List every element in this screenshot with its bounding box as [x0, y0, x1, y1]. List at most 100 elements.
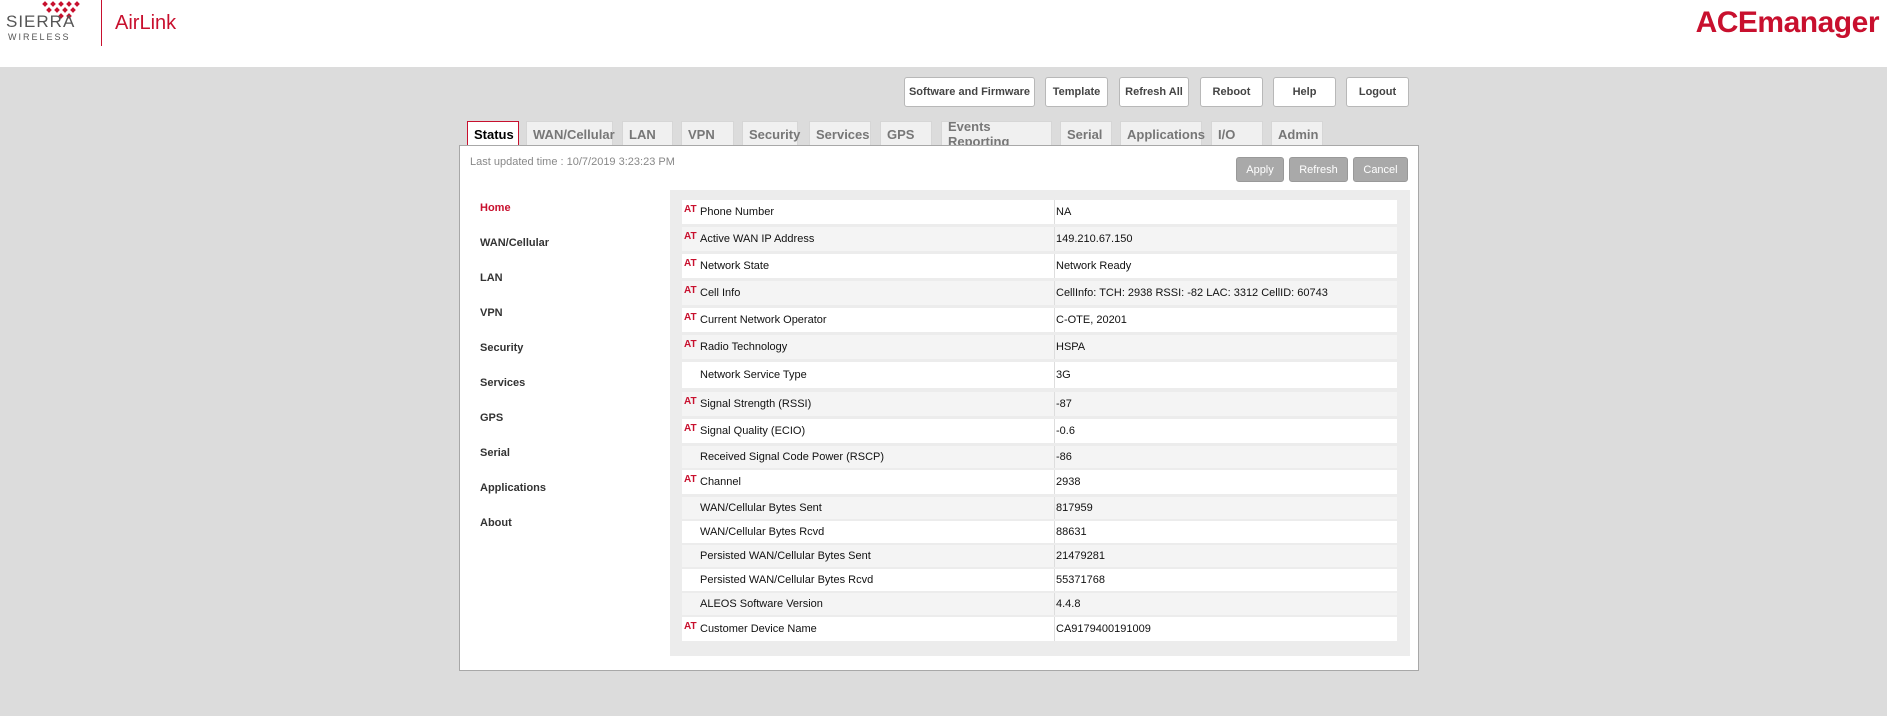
row-label: Network Service Type [700, 369, 807, 381]
row-label: Persisted WAN/Cellular Bytes Sent [700, 550, 871, 562]
tab-events-reporting[interactable]: Events Reporting [941, 119, 1052, 149]
at-command-icon: AT [684, 396, 697, 407]
table-row: Received Signal Code Power (RSCP) -86 [682, 446, 1397, 468]
row-value: -0.6 [1054, 419, 1075, 443]
row-label: Current Network Operator [700, 314, 827, 326]
row-value: CellInfo: TCH: 2938 RSSI: -82 LAC: 3312 … [1054, 281, 1328, 305]
row-value: Network Ready [1054, 254, 1131, 278]
at-command-icon: AT [684, 621, 697, 632]
table-row: ALEOS Software Version 4.4.8 [682, 593, 1397, 615]
sidebar-nav: Home WAN/Cellular LAN VPN Security Servi… [470, 190, 670, 660]
help-button[interactable]: Help [1273, 77, 1336, 107]
sidebar-item-lan[interactable]: LAN [470, 260, 670, 295]
at-command-icon: AT [684, 204, 697, 215]
table-row: Persisted WAN/Cellular Bytes Rcvd 553717… [682, 569, 1397, 591]
row-value: CA9179400191009 [1054, 617, 1151, 641]
sidebar-item-vpn[interactable]: VPN [470, 295, 670, 330]
at-command-icon: AT [684, 285, 697, 296]
at-command-icon: AT [684, 312, 697, 323]
at-command-icon: AT [684, 339, 697, 350]
row-label: Network State [700, 260, 770, 272]
row-label: Channel [700, 476, 741, 488]
row-value: 88631 [1054, 521, 1087, 543]
row-value: C-OTE, 20201 [1054, 308, 1127, 332]
row-value: 817959 [1054, 497, 1093, 519]
row-label: Radio Technology [700, 341, 788, 353]
tab-security[interactable]: Security [742, 121, 800, 146]
apply-button[interactable]: Apply [1236, 157, 1284, 182]
table-row: Network Service Type 3G [682, 362, 1397, 388]
reboot-button[interactable]: Reboot [1200, 77, 1263, 107]
row-value: 2938 [1054, 470, 1080, 494]
sidebar-item-applications[interactable]: Applications [470, 470, 670, 505]
row-label: Customer Device Name [700, 623, 817, 635]
tab-services[interactable]: Services [809, 121, 871, 146]
table-row: Persisted WAN/Cellular Bytes Sent 214792… [682, 545, 1397, 567]
sierra-text: SIERRA [6, 12, 76, 31]
at-command-icon: AT [684, 474, 697, 485]
sidebar-item-gps[interactable]: GPS [470, 400, 670, 435]
table-row: AT Network State Network Ready [682, 254, 1397, 278]
tab-applications[interactable]: Applications [1120, 121, 1205, 146]
row-label: Cell Info [700, 287, 741, 299]
row-value: NA [1054, 200, 1071, 224]
wireless-text: WIRELESS [8, 32, 71, 42]
row-label: ALEOS Software Version [700, 598, 823, 610]
row-label: Received Signal Code Power (RSCP) [700, 451, 885, 463]
status-table: AT Phone Number NA AT Active WAN IP Addr… [670, 190, 1410, 656]
software-firmware-button[interactable]: Software and Firmware [904, 77, 1035, 107]
table-row: AT Cell Info CellInfo: TCH: 2938 RSSI: -… [682, 281, 1397, 305]
row-value: HSPA [1054, 335, 1085, 359]
row-value: -86 [1054, 446, 1072, 468]
template-button[interactable]: Template [1045, 77, 1108, 107]
tab-wan-cellular[interactable]: WAN/Cellular [526, 121, 615, 146]
tab-serial[interactable]: Serial [1060, 121, 1112, 146]
row-value: 4.4.8 [1054, 593, 1080, 615]
row-label: Active WAN IP Address [700, 233, 815, 245]
tab-vpn[interactable]: VPN [681, 121, 734, 146]
header-bar: SIERRA WIRELESS AirLink ACEmanager [0, 0, 1887, 67]
table-row: WAN/Cellular Bytes Rcvd 88631 [682, 521, 1397, 543]
status-panel: Last updated time : 10/7/2019 3:23:23 PM… [459, 145, 1419, 671]
logout-button[interactable]: Logout [1346, 77, 1409, 107]
row-label: Signal Quality (ECIO) [700, 425, 806, 437]
table-row: AT Active WAN IP Address 149.210.67.150 [682, 227, 1397, 251]
tab-io[interactable]: I/O [1211, 121, 1263, 146]
table-row: AT Channel 2938 [682, 470, 1397, 494]
table-row: AT Customer Device Name CA9179400191009 [682, 617, 1397, 641]
table-row: AT Radio Technology HSPA [682, 335, 1397, 359]
at-command-icon: AT [684, 423, 697, 434]
sidebar-item-wan-cellular[interactable]: WAN/Cellular [470, 225, 670, 260]
row-value: 21479281 [1054, 545, 1105, 567]
sidebar-item-home[interactable]: Home [470, 190, 670, 225]
logo-divider [101, 0, 102, 46]
sidebar-item-security[interactable]: Security [470, 330, 670, 365]
table-row: AT Signal Strength (RSSI) -87 [682, 392, 1397, 416]
table-row: AT Phone Number NA [682, 200, 1397, 224]
product-title: ACEmanager [1695, 6, 1880, 39]
last-updated-time: Last updated time : 10/7/2019 3:23:23 PM [470, 156, 675, 168]
row-value: 55371768 [1054, 569, 1105, 591]
table-row: AT Current Network Operator C-OTE, 20201 [682, 308, 1397, 332]
tab-admin[interactable]: Admin [1271, 121, 1323, 146]
tab-status[interactable]: Status [467, 121, 519, 147]
at-command-icon: AT [684, 231, 697, 242]
refresh-button[interactable]: Refresh [1289, 157, 1348, 182]
tab-gps[interactable]: GPS [880, 121, 932, 146]
airlink-logo: AirLink [115, 12, 177, 34]
refresh-all-button[interactable]: Refresh All [1119, 77, 1189, 107]
row-label: Phone Number [700, 206, 774, 218]
row-label: Signal Strength (RSSI) [700, 398, 812, 410]
row-value: 3G [1054, 362, 1071, 388]
sidebar-item-services[interactable]: Services [470, 365, 670, 400]
row-value: -87 [1054, 392, 1072, 416]
sidebar-item-about[interactable]: About [470, 505, 670, 540]
sidebar-item-serial[interactable]: Serial [470, 435, 670, 470]
cancel-button[interactable]: Cancel [1353, 157, 1408, 182]
table-row: AT Signal Quality (ECIO) -0.6 [682, 419, 1397, 443]
row-label: Persisted WAN/Cellular Bytes Rcvd [700, 574, 874, 586]
tab-lan[interactable]: LAN [622, 121, 673, 146]
table-row: WAN/Cellular Bytes Sent 817959 [682, 497, 1397, 519]
row-value: 149.210.67.150 [1054, 227, 1132, 251]
row-label: WAN/Cellular Bytes Rcvd [700, 526, 825, 538]
